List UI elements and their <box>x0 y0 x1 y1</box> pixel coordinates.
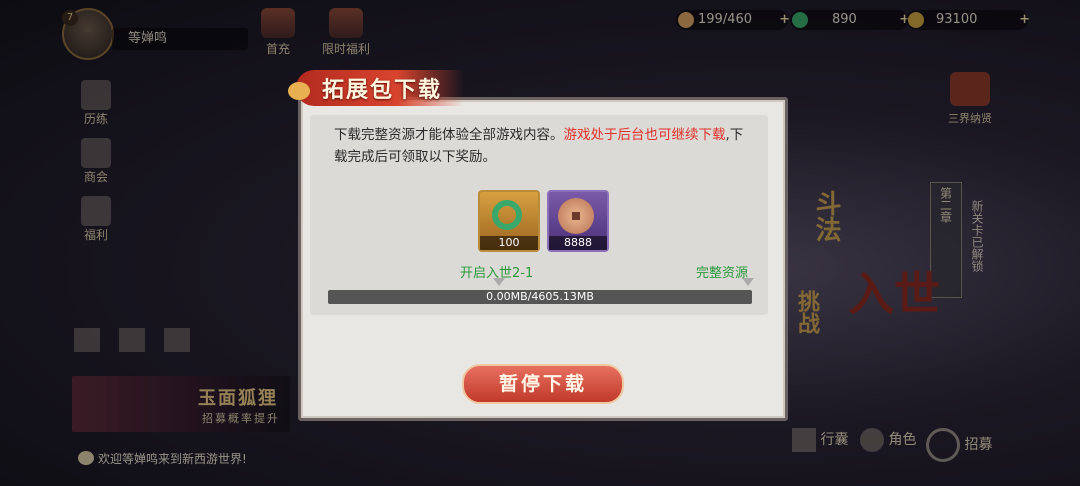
milestone-label-full: 完整资源 <box>696 266 749 281</box>
coin-hole <box>572 212 580 220</box>
dialog-description: 下载完整资源才能体验全部游戏内容。游戏处于后台也可继续下载,下载完成后可领取以下… <box>334 127 744 165</box>
milestone-marker-icon <box>742 278 754 286</box>
reward-item-jade[interactable]: 100 <box>478 190 540 252</box>
pause-download-button[interactable]: 暂停下载 <box>462 364 624 404</box>
background-download-note: 游戏处于后台也可继续下载 <box>563 127 726 143</box>
reward-quantity: 100 <box>480 236 538 250</box>
jade-ring-icon <box>492 200 522 230</box>
milestone-marker-icon <box>493 278 505 286</box>
reward-quantity: 8888 <box>549 236 607 250</box>
reward-item-coin[interactable]: 8888 <box>547 190 609 252</box>
cloud-ornament-icon <box>288 82 310 100</box>
dialog-title: 拓展包下载 <box>322 77 443 103</box>
progress-text: 0.00MB/4605.13MB <box>486 290 594 303</box>
download-progress-bar: 0.00MB/4605.13MB <box>328 290 752 304</box>
